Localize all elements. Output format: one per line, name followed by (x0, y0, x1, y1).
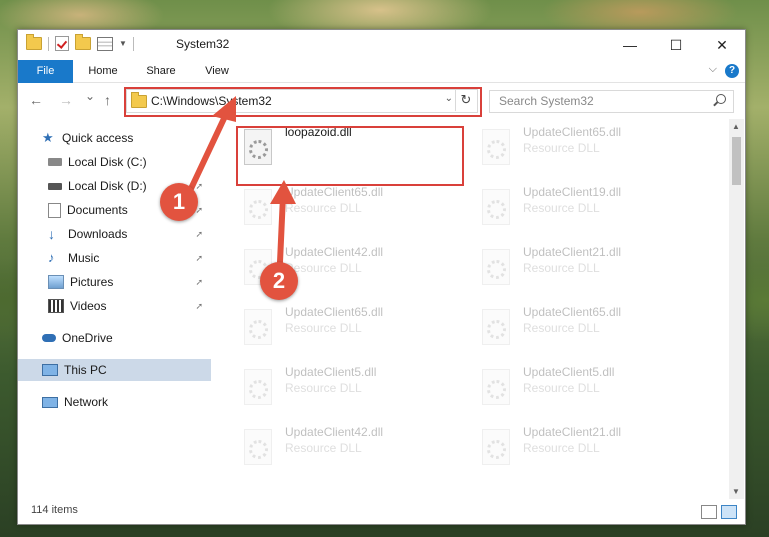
arrow-2-line (277, 193, 286, 265)
arrow-1-head (212, 96, 236, 122)
arrow-2-head (270, 180, 296, 204)
annotation-arrows (185, 96, 296, 265)
step-1-badge: 1 (160, 183, 198, 221)
arrow-1-line (185, 107, 231, 198)
step-2-badge: 2 (260, 262, 298, 300)
